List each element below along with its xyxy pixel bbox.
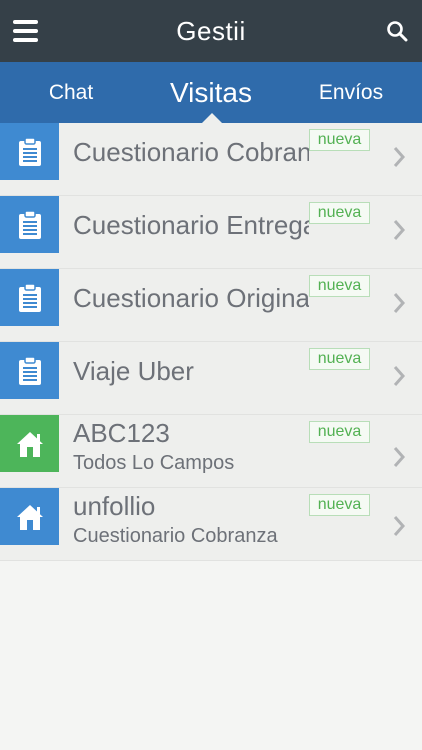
clipboard-icon — [0, 269, 59, 326]
visits-list: Cuestionario Cobranza nueva Cuestionario… — [0, 123, 422, 561]
list-item[interactable]: Cuestionario Entrega nueva — [0, 196, 422, 269]
list-item[interactable]: Viaje Uber nueva — [0, 342, 422, 415]
home-icon — [0, 488, 59, 545]
clipboard-icon — [0, 342, 59, 399]
app-title: Gestii — [176, 15, 246, 46]
clipboard-icon — [0, 196, 59, 253]
item-title: Viaje Uber — [73, 356, 194, 386]
status-badge: nueva — [309, 275, 370, 297]
item-title: Cuestionario Cobranza — [73, 137, 309, 167]
search-icon[interactable] — [386, 20, 408, 42]
item-subtitle: Cuestionario Cobranza — [73, 525, 278, 547]
tab-envios[interactable]: Envíos — [300, 62, 402, 123]
list-item[interactable]: Cuestionario Original nueva — [0, 269, 422, 342]
app-header: Gestii — [0, 0, 422, 62]
chevron-right-icon — [393, 366, 406, 386]
list-item[interactable]: unfollio Cuestionario Cobranza nueva — [0, 488, 422, 561]
item-title: Cuestionario Entrega — [73, 210, 309, 240]
item-title: unfollio — [73, 491, 156, 521]
active-tab-indicator — [202, 113, 222, 123]
status-badge: nueva — [309, 202, 370, 224]
status-badge: nueva — [309, 129, 370, 151]
list-item[interactable]: Cuestionario Cobranza nueva — [0, 123, 422, 196]
chevron-right-icon — [393, 147, 406, 167]
status-badge: nueva — [309, 421, 370, 443]
home-icon — [0, 415, 59, 472]
status-badge: nueva — [309, 494, 370, 516]
item-subtitle: Todos Lo Campos — [73, 452, 235, 474]
tab-chat[interactable]: Chat — [20, 62, 122, 123]
chevron-right-icon — [393, 516, 406, 536]
chevron-right-icon — [393, 293, 406, 313]
clipboard-icon — [0, 123, 59, 180]
hamburger-menu-icon[interactable] — [13, 20, 38, 42]
list-item[interactable]: ABC123 Todos Lo Campos nueva — [0, 415, 422, 488]
chevron-right-icon — [393, 447, 406, 467]
item-title: ABC123 — [73, 418, 170, 448]
chevron-right-icon — [393, 220, 406, 240]
status-badge: nueva — [309, 348, 370, 370]
item-title: Cuestionario Original — [73, 283, 309, 313]
